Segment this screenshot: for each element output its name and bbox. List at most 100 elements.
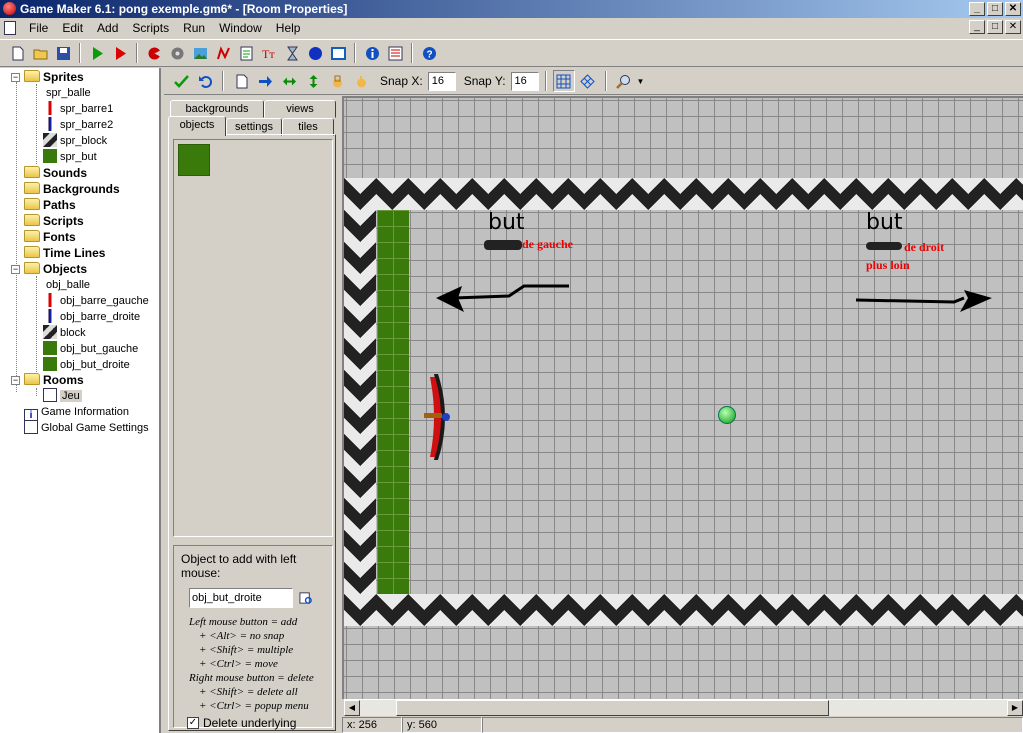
add-script-button[interactable] [235, 42, 257, 64]
collapse-sprites-toggle[interactable]: − [11, 73, 20, 82]
tree-item-global-settings[interactable]: Global Game Settings [24, 420, 149, 436]
help-icon: ? [422, 46, 436, 60]
add-room-button[interactable] [327, 42, 349, 64]
new-game-button[interactable] [6, 42, 28, 64]
menu-help[interactable]: Help [269, 21, 308, 35]
tree-group-paths[interactable]: Paths [24, 197, 76, 213]
mdi-minimize-button[interactable]: _ [969, 20, 985, 34]
help-button[interactable]: ? [418, 42, 440, 64]
lock-instances-button[interactable] [326, 70, 348, 92]
collapse-rooms-toggle[interactable]: − [11, 376, 20, 385]
snap-x-input[interactable]: 16 [427, 71, 456, 91]
tree-group-timelines[interactable]: Time Lines [24, 245, 105, 261]
delete-underlying-checkbox[interactable]: ✓ [187, 717, 199, 729]
object-select-field[interactable]: obj_but_droite [189, 588, 293, 608]
tree-item-spr-but[interactable]: spr_but [43, 149, 97, 165]
menu-window[interactable]: Window [212, 21, 269, 35]
status-x: x: 256 [342, 717, 402, 733]
run-button[interactable] [86, 42, 108, 64]
magnifier-icon [616, 74, 631, 89]
global-settings-button[interactable] [384, 42, 406, 64]
add-background-button[interactable] [189, 42, 211, 64]
tree-item-obj-barre-droite[interactable]: obj_barre_droite [43, 309, 140, 325]
delete-underlying-row[interactable]: ✓ Delete underlying [187, 716, 326, 730]
tree-item-game-information[interactable]: i Game Information [24, 404, 129, 423]
document-icon[interactable] [4, 20, 16, 35]
tree-item-spr-balle[interactable]: spr_balle [43, 85, 91, 101]
zoom-button[interactable] [613, 70, 635, 92]
object-menu-icon[interactable] [299, 591, 313, 605]
minimize-button[interactable]: _ [969, 2, 985, 16]
scroll-right-button[interactable]: ▶ [1007, 700, 1023, 716]
isometric-grid-button[interactable] [577, 70, 599, 92]
menu-scripts[interactable]: Scripts [125, 21, 176, 35]
menu-file[interactable]: File [22, 21, 55, 35]
tree-group-objects[interactable]: Objects [24, 261, 87, 277]
delete-underlying-label: Delete underlying [203, 716, 297, 730]
help-line: + <Shift> = delete all [199, 686, 298, 698]
tree-item-room-jeu[interactable]: Jeu [43, 388, 82, 404]
tree-item-spr-barre1[interactable]: spr_barre1 [43, 101, 113, 117]
mdi-restore-button[interactable]: □ [987, 20, 1003, 34]
add-object-button[interactable] [304, 42, 326, 64]
scroll-left-button[interactable]: ◀ [344, 700, 360, 716]
toolbar-separator [411, 43, 413, 63]
open-button[interactable] [29, 42, 51, 64]
tree-item-obj-barre-gauche[interactable]: obj_barre_gauche [43, 293, 149, 309]
sort-y-button[interactable] [302, 70, 324, 92]
toolbar-separator [222, 71, 224, 91]
ok-button[interactable] [170, 70, 192, 92]
room-canvas[interactable]: but de gauche but de droit plus loin [342, 96, 1023, 699]
ball-instance [718, 406, 736, 424]
add-font-button[interactable]: Tт [258, 42, 280, 64]
menu-add[interactable]: Add [90, 21, 125, 35]
add-sprite-button[interactable] [143, 42, 165, 64]
maximize-button[interactable]: □ [987, 2, 1003, 16]
snap-y-input[interactable]: 16 [510, 71, 539, 91]
tree-line [16, 82, 17, 392]
menu-run[interactable]: Run [176, 21, 212, 35]
tab-views[interactable]: views [264, 100, 336, 118]
room-toolbar: Snap X: 16 Snap Y: 16 ▼ [164, 68, 1023, 95]
tree-item-obj-but-gauche[interactable]: obj_but_gauche [43, 341, 138, 357]
left-goal-note-text: de gauche [522, 237, 573, 251]
tree-item-spr-block[interactable]: spr_block [43, 133, 107, 149]
tree-group-sounds[interactable]: Sounds [24, 165, 87, 181]
status-spare [482, 717, 1023, 733]
game-info-button[interactable] [361, 42, 383, 64]
tree-item-obj-but-droite[interactable]: obj_but_droite [43, 357, 130, 373]
lock-hand-icon [332, 75, 342, 87]
game-maker-icon [3, 2, 16, 15]
shift-instances-button[interactable] [254, 70, 276, 92]
tree-group-backgrounds[interactable]: Backgrounds [24, 181, 120, 197]
tree-group-rooms[interactable]: Rooms [24, 372, 84, 388]
horizontal-scrollbar[interactable]: ◀ ▶ [344, 699, 1023, 716]
close-button[interactable]: ✕ [1005, 2, 1021, 16]
tree-line [36, 276, 37, 372]
save-button[interactable] [52, 42, 74, 64]
tree-item-obj-balle[interactable]: obj_balle [43, 277, 90, 293]
scrollbar-thumb[interactable] [396, 700, 829, 716]
collapse-objects-toggle[interactable]: − [11, 265, 20, 274]
clear-room-button[interactable] [230, 70, 252, 92]
add-path-button[interactable] [212, 42, 234, 64]
mdi-close-button[interactable]: ✕ [1005, 20, 1021, 34]
tree-group-fonts[interactable]: Fonts [24, 229, 76, 245]
tree-group-scripts[interactable]: Scripts [24, 213, 84, 229]
add-timeline-button[interactable] [281, 42, 303, 64]
menu-edit[interactable]: Edit [55, 21, 90, 35]
tab-objects[interactable]: objects [168, 116, 226, 136]
debug-button[interactable] [109, 42, 131, 64]
tree-item-spr-barre2[interactable]: spr_barre2 [43, 117, 113, 133]
tree-group-sprites[interactable]: Sprites [24, 69, 84, 85]
font-icon: Tт [262, 47, 275, 61]
script-icon [240, 46, 252, 60]
unlock-instances-button[interactable] [350, 70, 372, 92]
tree-item-block[interactable]: block [43, 325, 86, 341]
undo-button[interactable] [194, 70, 216, 92]
zoom-dropdown-arrow-icon[interactable]: ▼ [637, 77, 645, 86]
status-y: y: 560 [402, 717, 482, 733]
sort-x-button[interactable] [278, 70, 300, 92]
toggle-grid-button[interactable] [552, 70, 575, 92]
add-sound-button[interactable] [166, 42, 188, 64]
